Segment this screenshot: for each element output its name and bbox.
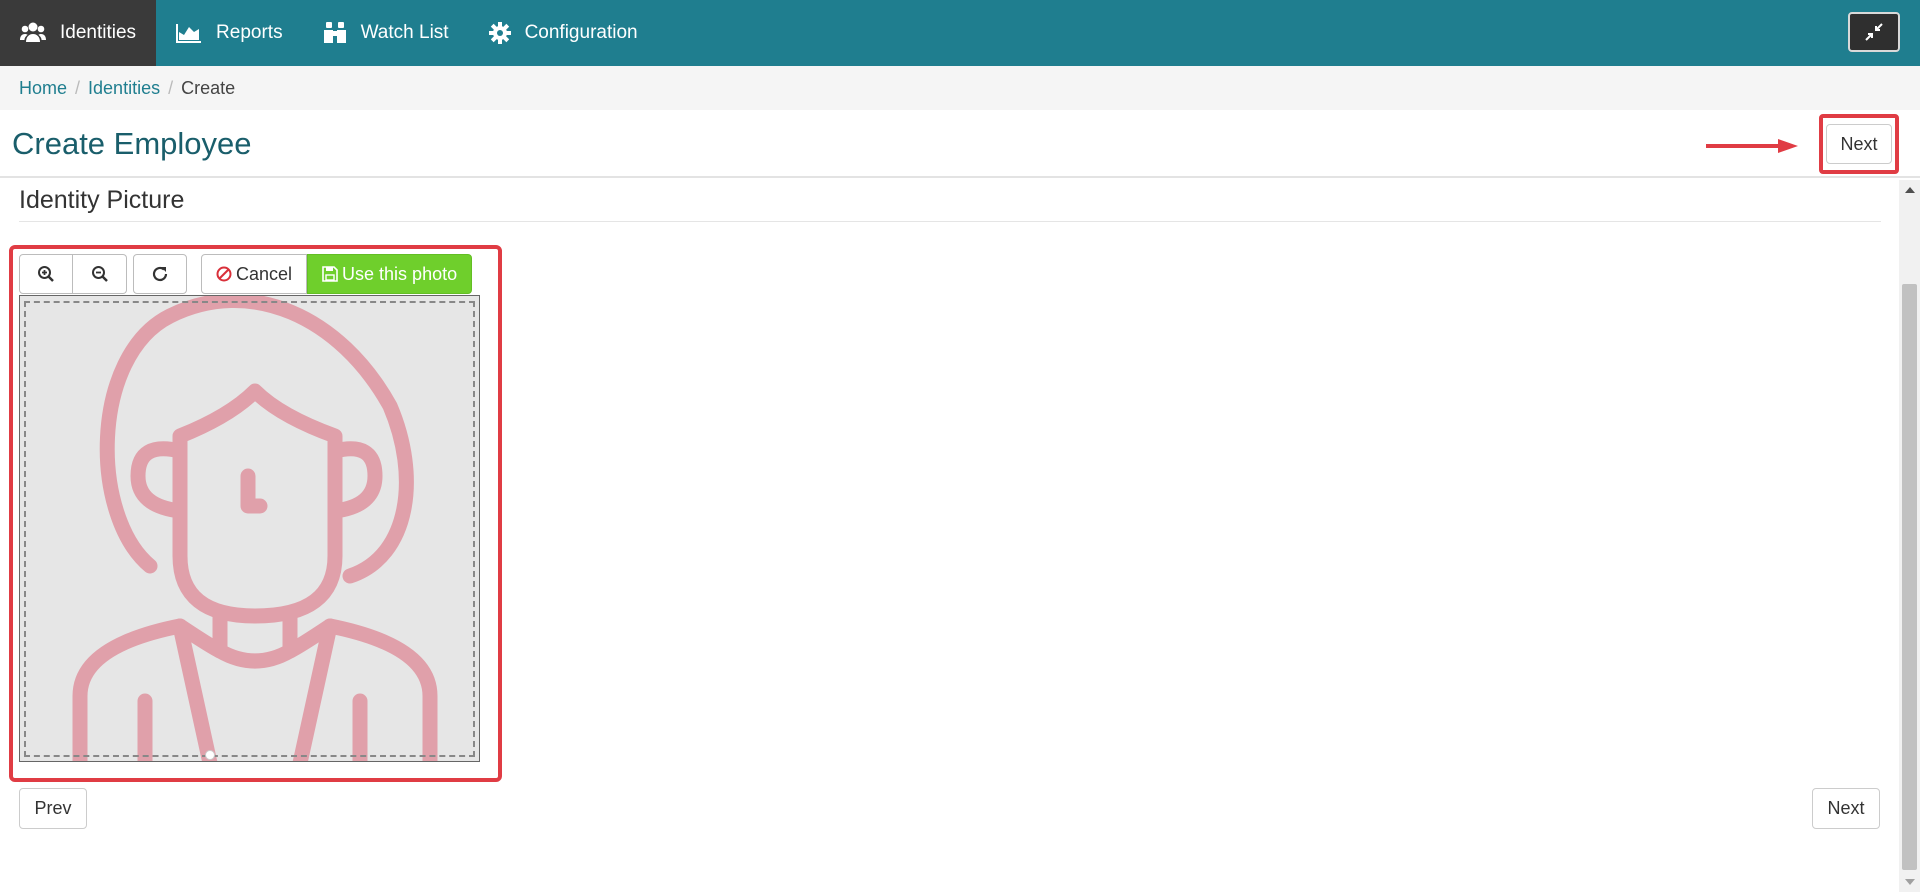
ban-icon — [216, 266, 232, 282]
gear-icon — [488, 22, 511, 44]
nav-item-label: Reports — [216, 22, 283, 43]
page-header: Create Employee Next — [0, 110, 1920, 178]
avatar-placeholder-icon — [72, 296, 438, 761]
vertical-scrollbar[interactable] — [1899, 180, 1920, 892]
breadcrumb: Home / Identities / Create — [0, 66, 1920, 110]
section-title: Identity Picture — [19, 186, 185, 214]
zoom-in-icon — [38, 266, 54, 282]
nav-item-label: Identities — [60, 22, 137, 43]
rotate-icon — [152, 266, 168, 282]
area-chart-icon — [176, 24, 202, 43]
cancel-button[interactable]: Cancel — [201, 254, 308, 294]
cancel-label: Cancel — [236, 263, 293, 284]
save-icon — [322, 266, 338, 282]
binoculars-icon — [323, 22, 346, 43]
page-title: Create Employee — [12, 126, 252, 161]
scrollbar-thumb[interactable] — [1902, 284, 1917, 870]
next-button-bottom[interactable]: Next — [1812, 788, 1880, 829]
zoom-in-button[interactable] — [19, 254, 73, 294]
zoom-out-button[interactable] — [73, 254, 127, 294]
next-button-top[interactable]: Next — [1826, 124, 1892, 164]
use-photo-label: Use this photo — [342, 263, 458, 284]
collapse-button[interactable] — [1848, 12, 1900, 52]
breadcrumb-current: Create — [181, 77, 236, 98]
cropper-toolbar: Cancel Use this photo — [19, 254, 473, 294]
top-navbar: Identities Reports Watch List Configurat… — [0, 0, 1920, 66]
scroll-up-arrow-icon[interactable] — [1899, 180, 1920, 200]
compress-icon — [1865, 23, 1883, 41]
nav-item-label: Configuration — [524, 22, 638, 43]
section-divider — [19, 221, 1881, 222]
rotate-button[interactable] — [133, 254, 187, 294]
nav-item-label: Watch List — [360, 22, 449, 43]
zoom-out-icon — [91, 266, 108, 282]
annotation-arrow-icon — [1706, 139, 1798, 153]
breadcrumb-home[interactable]: Home — [19, 78, 67, 99]
nav-item-configuration[interactable]: Configuration — [469, 0, 658, 66]
prev-button[interactable]: Prev — [19, 788, 87, 829]
breadcrumb-identities[interactable]: Identities — [88, 78, 160, 99]
use-this-photo-button[interactable]: Use this photo — [307, 254, 473, 294]
nav-item-reports[interactable]: Reports — [156, 0, 303, 66]
users-icon — [20, 22, 46, 42]
breadcrumb-separator: / — [75, 77, 81, 98]
nav-item-watch-list[interactable]: Watch List — [303, 0, 469, 66]
photo-crop-area[interactable] — [19, 295, 480, 762]
breadcrumb-separator: / — [168, 77, 174, 98]
nav-item-identities[interactable]: Identities — [0, 0, 157, 66]
scroll-down-arrow-icon[interactable] — [1899, 872, 1920, 892]
